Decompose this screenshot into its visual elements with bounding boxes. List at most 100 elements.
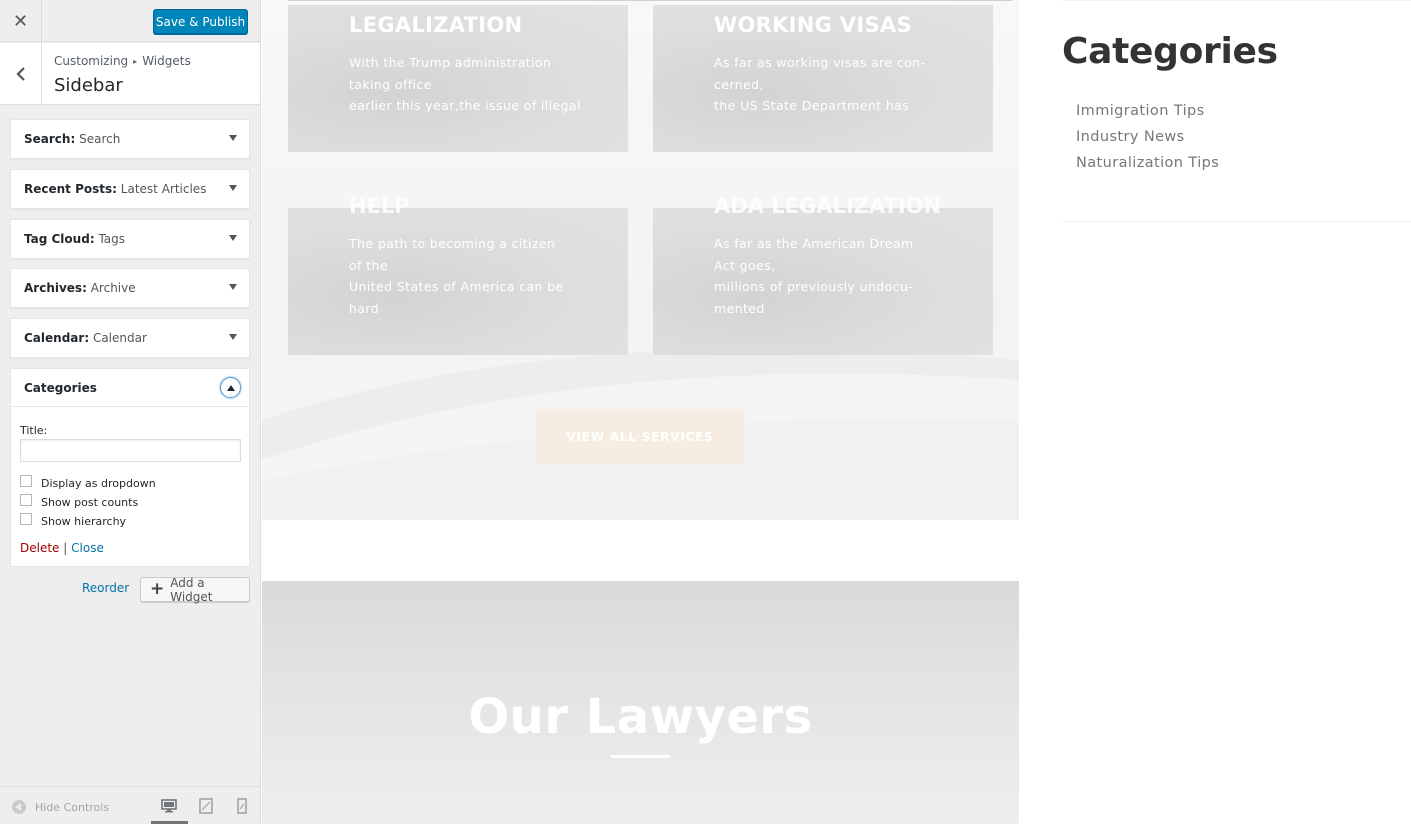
site-preview: LEGALIZATION With the Trump administrati… [262, 0, 1411, 824]
display-as-dropdown-checkbox[interactable] [20, 475, 32, 487]
close-customizer-button[interactable]: ✕ [0, 0, 42, 42]
collapse-arrow-icon [12, 800, 26, 814]
service-title: ADA LEGALIZATION [714, 194, 942, 218]
show-post-counts-option[interactable]: Show post counts [20, 493, 138, 511]
widget-type: Tag Cloud [24, 232, 90, 246]
widget-title: Categories [24, 369, 97, 407]
hide-controls-label: Hide Controls [35, 800, 110, 814]
service-card[interactable]: HELP The path to becoming a citizen of t… [288, 194, 628, 355]
excerpt-line: taking office [349, 76, 432, 92]
widget-archives[interactable]: Archives: Archive [10, 268, 250, 308]
service-card[interactable]: LEGALIZATION With the Trump administrati… [288, 5, 628, 152]
arrow-up-icon [226, 384, 235, 391]
widget-categories-header[interactable]: Categories [11, 369, 249, 407]
excerpt-line: Act goes, [714, 257, 776, 273]
tablet-icon[interactable] [198, 798, 214, 814]
close-icon: ✕ [12, 10, 29, 32]
widget-search[interactable]: Search: Search [10, 119, 250, 159]
mobile-icon[interactable] [234, 798, 250, 814]
widget-title: Recent Posts: Latest Articles [24, 182, 207, 196]
excerpt-line: hard [349, 300, 380, 316]
section-header: Customizing ▸ Widgets Sidebar [0, 43, 260, 105]
top-divider [288, 0, 1012, 1]
widget-type: Archives [24, 281, 83, 295]
excerpt-line: As far as working visas are con- [714, 55, 926, 70]
excerpt-line: With the Trump administration [349, 55, 552, 70]
widget-tag-cloud[interactable]: Tag Cloud: Tags [10, 219, 250, 259]
excerpt-line: mented [714, 300, 765, 316]
excerpt-line: cerned, [714, 76, 764, 92]
service-card[interactable]: WORKING VISAS As far as working visas ar… [653, 5, 993, 152]
widget-title: Calendar: Calendar [24, 331, 147, 345]
expand-arrow-icon[interactable] [229, 185, 237, 191]
excerpt-line: of the [349, 257, 388, 273]
breadcrumb-child: Widgets [142, 54, 191, 68]
hide-controls-button[interactable]: Hide Controls [12, 800, 109, 814]
excerpt-line: As far as the American Dream [714, 236, 914, 251]
categories-widget: Categories Immigration Tips Industry New… [1062, 0, 1411, 222]
categories-list: Immigration Tips Industry News Naturaliz… [1076, 101, 1219, 179]
breadcrumb-separator: ▸ [133, 57, 138, 66]
section-title: Sidebar [54, 75, 123, 96]
title-input[interactable] [20, 439, 241, 462]
categories-heading: Categories [1062, 31, 1278, 72]
reorder-link[interactable]: Reorder [82, 581, 129, 595]
checkbox-label: Show post counts [41, 495, 139, 509]
service-excerpt: As far as working visas are con- cerned,… [714, 52, 925, 117]
collapse-toggle-button[interactable] [220, 377, 241, 398]
widget-calendar[interactable]: Calendar: Calendar [10, 318, 250, 358]
widget-categories: Categories Title: Display as dropdown Sh… [10, 368, 250, 567]
service-card[interactable]: ADA LEGALIZATION As far as the American … [653, 194, 993, 355]
show-post-counts-checkbox[interactable] [20, 494, 32, 506]
desktop-icon[interactable] [161, 798, 177, 814]
back-button[interactable] [0, 43, 42, 105]
expand-arrow-icon[interactable] [229, 135, 237, 141]
heading-underline [611, 755, 670, 758]
save-publish-button[interactable]: Save & Publish [153, 9, 248, 34]
excerpt-line: earlier this year,the issue of illegal [349, 98, 581, 113]
widget-actions: Delete | Close [20, 541, 104, 555]
display-as-dropdown-option[interactable]: Display as dropdown [20, 474, 156, 492]
customizer-panel: ✕ Save & Publish Customizing ▸ Widgets Sid… [0, 0, 261, 824]
chevron-left-icon [15, 67, 25, 81]
excerpt-line: the US State Department has [714, 98, 910, 113]
delete-link[interactable]: Delete [20, 541, 59, 555]
lawyers-section: Our Lawyers [262, 581, 1019, 824]
add-widget-button[interactable]: + Add a Widget [140, 575, 250, 604]
widget-instance: Search [79, 132, 121, 146]
widget-title: Tag Cloud: Tags [24, 232, 126, 246]
checkbox-label: Display as dropdown [41, 476, 156, 490]
widget-instance: Archive [90, 281, 136, 295]
excerpt-line: The path to becoming a citizen [349, 236, 556, 251]
add-widget-label: Add a Widget [170, 575, 213, 604]
category-link[interactable]: Industry News [1076, 127, 1219, 153]
widget-instance: Tags [98, 232, 126, 246]
expand-arrow-icon[interactable] [229, 235, 237, 241]
title-label: Title: [20, 424, 48, 437]
widget-recent-posts[interactable]: Recent Posts: Latest Articles [10, 169, 250, 209]
breadcrumb: Customizing ▸ Widgets [54, 54, 191, 68]
close-link[interactable]: Close [71, 541, 104, 555]
checkbox-label: Show hierarchy [41, 514, 127, 528]
category-link[interactable]: Naturalization Tips [1076, 153, 1219, 179]
excerpt-line: millions of previously undocu- [714, 279, 914, 294]
widget-type: Categories [24, 381, 97, 395]
show-hierarchy-option[interactable]: Show hierarchy [20, 512, 126, 530]
customizer-footer: Hide Controls [0, 786, 260, 824]
service-title: LEGALIZATION [349, 13, 523, 37]
expand-arrow-icon[interactable] [229, 334, 237, 340]
customizer-header: ✕ Save & Publish [0, 0, 260, 42]
widget-title: Archives: Archive [24, 281, 136, 295]
widget-instance: Calendar [92, 331, 147, 345]
view-all-services-button[interactable]: VIEW ALL SERVICES [536, 409, 744, 464]
show-hierarchy-checkbox[interactable] [20, 513, 32, 525]
service-excerpt: With the Trump administration taking off… [349, 52, 581, 117]
actions-separator: | [63, 541, 68, 555]
expand-arrow-icon[interactable] [229, 284, 237, 290]
widget-type: Calendar [24, 331, 85, 345]
widget-type: Recent Posts [24, 182, 113, 196]
category-link[interactable]: Immigration Tips [1076, 101, 1219, 127]
service-excerpt: As far as the American Dream Act goes, m… [714, 233, 914, 319]
widget-instance: Latest Articles [120, 182, 207, 196]
plus-icon: + [150, 579, 165, 599]
